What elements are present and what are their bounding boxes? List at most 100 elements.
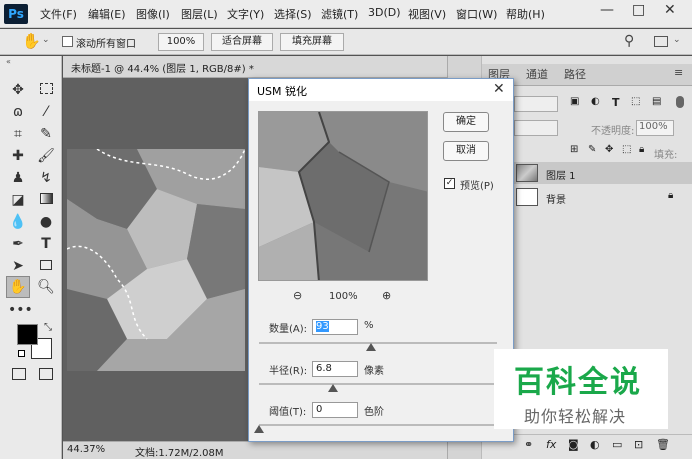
add-mask-icon[interactable]: ◙: [568, 438, 579, 451]
lock-move-icon[interactable]: ✥: [605, 144, 613, 155]
filter-preview[interactable]: [258, 111, 428, 281]
menu-file[interactable]: 文件(F): [40, 6, 77, 22]
scroll-all-checkbox[interactable]: [62, 36, 73, 47]
fx-icon[interactable]: fx: [546, 438, 556, 451]
link-layers-icon[interactable]: ⚭: [524, 438, 533, 451]
type-tool-icon[interactable]: T: [36, 234, 56, 254]
watermark-subtitle: 助你轻松解决: [524, 407, 627, 426]
tab-paths[interactable]: 路径: [564, 66, 586, 82]
tool-preset-dropdown-icon[interactable]: ⌄: [42, 35, 50, 45]
blend-mode-dropdown[interactable]: [514, 120, 558, 136]
zoom-out-icon[interactable]: ⊖: [293, 289, 302, 302]
menu-window[interactable]: 窗口(W): [456, 6, 497, 22]
path-selection-tool-icon[interactable]: ➤: [8, 256, 28, 276]
radius-slider-track[interactable]: [259, 383, 497, 385]
lasso-tool-icon[interactable]: ɷ: [8, 102, 28, 122]
document-tab[interactable]: 未标题-1 @ 44.4% (图层 1, RGB/8#) *: [63, 56, 447, 78]
menu-view[interactable]: 视图(V): [408, 6, 446, 22]
close-window-button[interactable]: ✕: [664, 2, 676, 18]
dodge-tool-icon[interactable]: ●: [36, 212, 56, 232]
filter-shape-icon[interactable]: ⬚: [631, 96, 640, 107]
hand-tool-icon[interactable]: ✋: [22, 32, 41, 50]
fill-screen-button[interactable]: 填充屏幕: [280, 33, 344, 51]
minimize-button[interactable]: —: [600, 2, 614, 18]
threshold-slider-thumb[interactable]: [254, 425, 264, 433]
opacity-field[interactable]: 100%: [636, 120, 674, 136]
marquee-tool-icon[interactable]: [36, 80, 56, 100]
panel-menu-icon[interactable]: ≡: [674, 66, 683, 79]
menu-layer[interactable]: 图层(L): [181, 6, 218, 22]
threshold-input[interactable]: 0: [312, 402, 358, 418]
rectangle-tool-icon[interactable]: [36, 256, 56, 276]
gradient-tool-icon[interactable]: [36, 190, 56, 210]
amount-slider-track[interactable]: [259, 342, 497, 344]
ok-button[interactable]: 确定: [443, 112, 489, 132]
collapse-arrows-icon[interactable]: «: [6, 57, 11, 66]
pen-tool-icon[interactable]: ✒: [8, 234, 28, 254]
crop-tool-icon[interactable]: ⌗: [8, 124, 28, 144]
fit-screen-button[interactable]: 适合屏幕: [211, 33, 273, 51]
filter-kind-dropdown[interactable]: [514, 96, 558, 112]
lock-all-icon[interactable]: 🔒︎: [639, 144, 644, 155]
quick-mask-icon[interactable]: [12, 368, 26, 380]
cancel-button[interactable]: 取消: [443, 141, 489, 161]
filter-smart-icon[interactable]: ▤: [652, 96, 661, 107]
layer-row-1[interactable]: 图层 1: [510, 162, 692, 184]
zoom-in-icon[interactable]: ⊕: [382, 289, 391, 302]
blur-tool-icon[interactable]: 💧: [8, 212, 28, 232]
magic-wand-tool-icon[interactable]: ⁄: [36, 102, 56, 122]
zoom-tool-icon[interactable]: 🔍︎: [36, 277, 56, 297]
amount-input[interactable]: 93: [312, 319, 358, 335]
move-tool-icon[interactable]: ✥: [8, 80, 28, 100]
canvas[interactable]: [67, 149, 245, 371]
menu-select[interactable]: 选择(S): [274, 6, 312, 22]
radius-input[interactable]: 6.8: [312, 361, 358, 377]
brush-tool-icon[interactable]: 🖌: [36, 146, 56, 166]
lock-pixels-icon[interactable]: ⊞: [570, 144, 578, 155]
more-tools-icon[interactable]: •••: [8, 300, 33, 320]
threshold-slider-track[interactable]: [259, 424, 497, 426]
layer-1-thumbnail: [516, 164, 538, 182]
screen-mode-icon[interactable]: [39, 368, 53, 380]
new-group-icon[interactable]: ▭: [612, 438, 622, 451]
menu-image[interactable]: 图像(I): [136, 6, 170, 22]
search-icon[interactable]: ⚲: [624, 33, 634, 49]
menu-type[interactable]: 文字(Y): [227, 6, 264, 22]
menu-3d[interactable]: 3D(D): [368, 6, 401, 19]
hand-tool-active-icon[interactable]: ✋: [6, 276, 30, 298]
swap-colors-icon[interactable]: ⤡: [44, 322, 52, 333]
lock-paint-icon[interactable]: ✎: [588, 144, 596, 155]
new-layer-icon[interactable]: ⊡: [634, 438, 643, 451]
healing-brush-tool-icon[interactable]: ✚: [8, 146, 28, 166]
zoom-level-field[interactable]: 44.37%: [67, 444, 105, 455]
adjustment-layer-icon[interactable]: ◐: [590, 438, 600, 451]
filter-adjust-icon[interactable]: ◐: [591, 96, 600, 107]
amount-slider-thumb[interactable]: [365, 343, 376, 351]
maximize-button[interactable]: □: [632, 2, 645, 18]
menu-bar: Ps 文件(F) 编辑(E) 图像(I) 图层(L) 文字(Y) 选择(S) 滤…: [0, 0, 692, 28]
menu-filter[interactable]: 滤镜(T): [321, 6, 358, 22]
menu-edit[interactable]: 编辑(E): [88, 6, 126, 22]
lock-artboard-icon[interactable]: ⬚: [622, 144, 631, 155]
tab-channels[interactable]: 通道: [526, 66, 548, 82]
layer-row-background[interactable]: 背景 🔒︎: [510, 186, 692, 208]
eyedropper-tool-icon[interactable]: ✎: [36, 124, 56, 144]
filter-pixel-icon[interactable]: ▣: [570, 96, 579, 107]
default-colors-icon[interactable]: [18, 350, 25, 357]
menu-help[interactable]: 帮助(H): [506, 6, 545, 22]
preview-checkbox[interactable]: ✓: [444, 178, 455, 189]
filter-type-icon[interactable]: T: [612, 96, 620, 109]
options-bar: ✋ ⌄ 滚动所有窗口 100% 适合屏幕 填充屏幕 ⚲ ⌄: [0, 29, 692, 55]
radius-label: 半径(R):: [269, 366, 308, 377]
eraser-tool-icon[interactable]: ◪: [8, 190, 28, 210]
foreground-color-swatch[interactable]: [17, 324, 38, 345]
workspace-icon[interactable]: [654, 36, 668, 47]
delete-layer-icon[interactable]: 🗑︎: [656, 438, 670, 451]
workspace-dropdown-icon[interactable]: ⌄: [673, 35, 681, 45]
stamp-tool-icon[interactable]: ♟: [8, 168, 28, 188]
history-brush-tool-icon[interactable]: ↯: [36, 168, 56, 188]
zoom-100-button[interactable]: 100%: [158, 33, 204, 51]
dialog-close-button[interactable]: ✕: [493, 81, 505, 97]
radius-slider-thumb[interactable]: [327, 384, 338, 392]
filter-toggle-icon[interactable]: [676, 96, 684, 108]
